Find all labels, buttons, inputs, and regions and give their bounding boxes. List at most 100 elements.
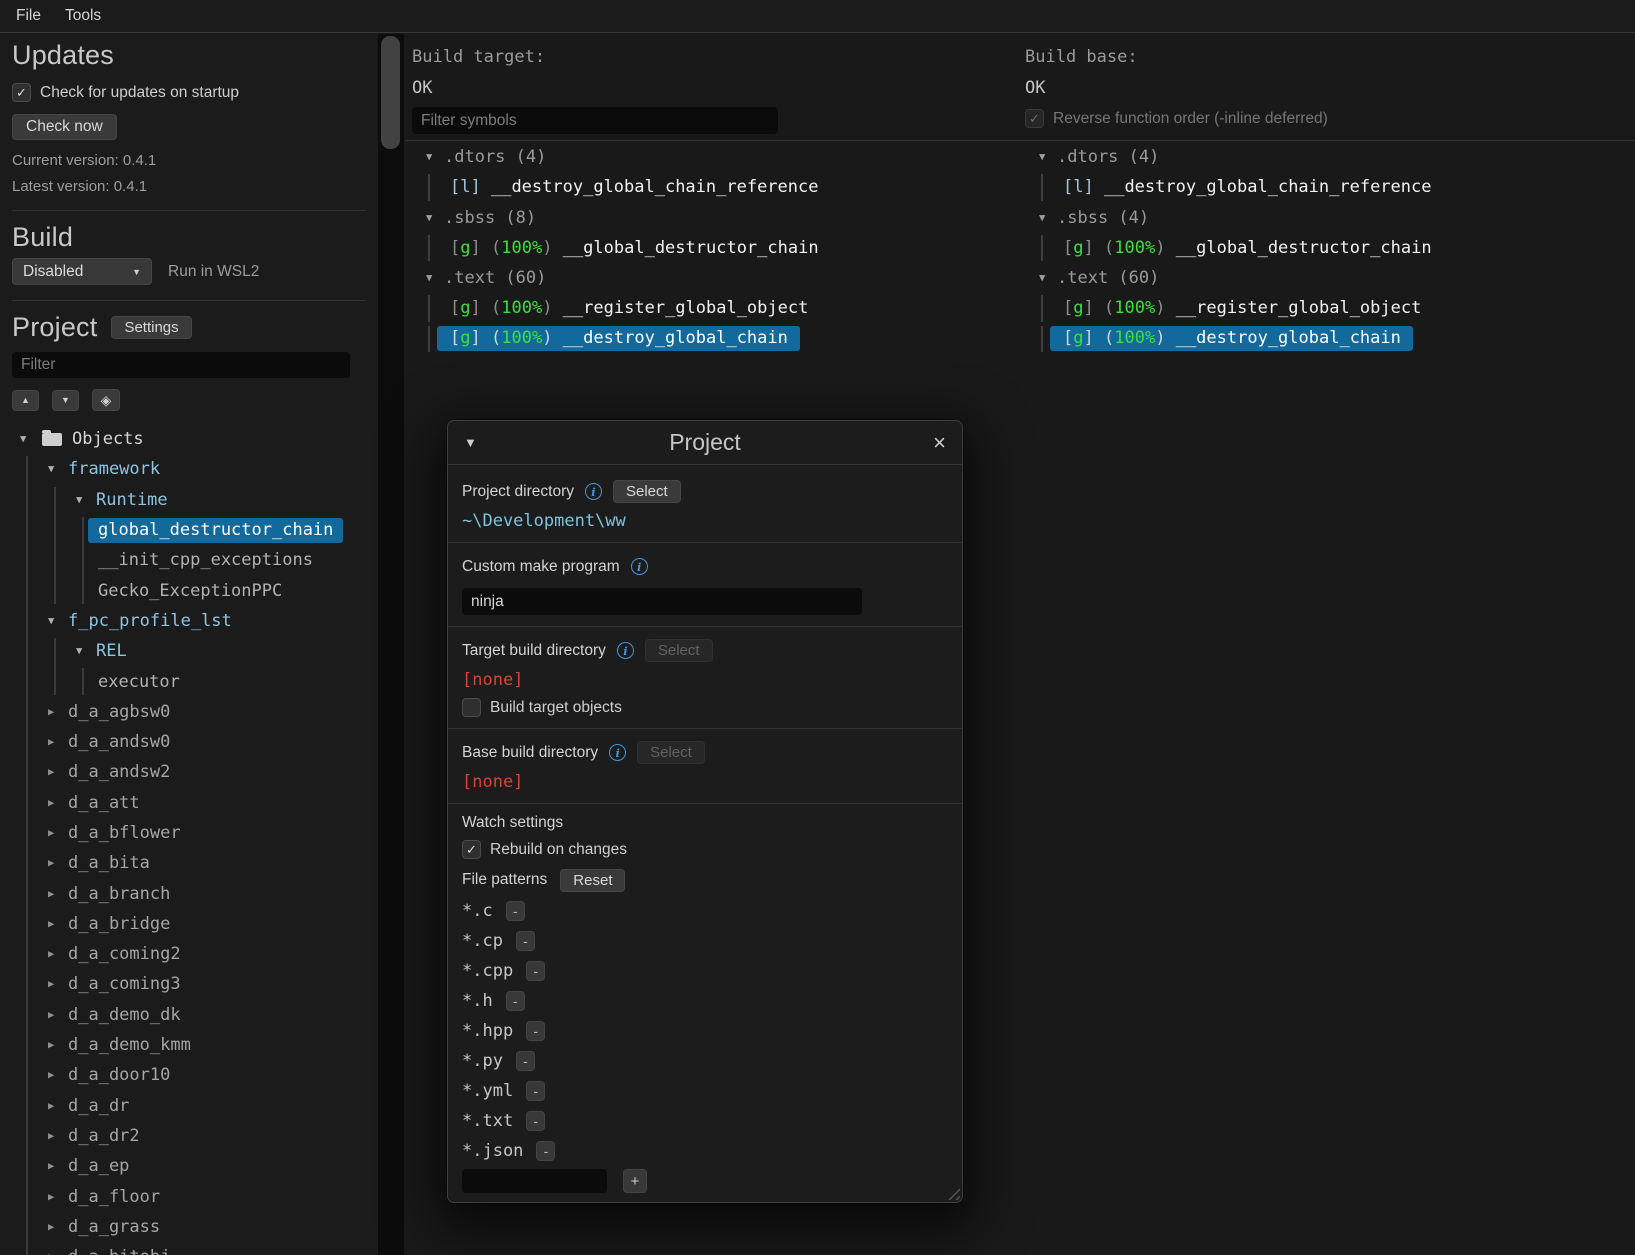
remove-pattern-button[interactable]: - xyxy=(505,901,525,921)
tree-item-d_a_bridge[interactable]: ▶ d_a_bridge xyxy=(12,909,366,939)
target-build-directory-select-button[interactable]: Select xyxy=(644,639,713,662)
tree-item-d_a_andsw2[interactable]: ▶ d_a_andsw2 xyxy=(12,757,366,787)
tree-item-d_a_coming2[interactable]: ▶ d_a_coming2 xyxy=(12,939,366,969)
symbol-row[interactable]: [l] __destroy_global_chain_reference xyxy=(412,172,1005,202)
tree-item-__init_cpp_exceptions[interactable]: __init_cpp_exceptions xyxy=(12,545,366,575)
menu-file[interactable]: File xyxy=(4,3,53,29)
symbol-entry[interactable]: [g] (100%) __destroy_global_chain xyxy=(437,326,800,352)
reset-patterns-button[interactable]: Reset xyxy=(560,868,626,892)
tree-item-f_pc_profile_lst[interactable]: ▼ f_pc_profile_lst xyxy=(12,606,366,636)
build-target-objects-checkbox[interactable]: ✓ Build target objects xyxy=(462,698,948,717)
section-row[interactable]: ▼ .sbss (8) xyxy=(412,203,1005,233)
tree-item-d_a_ep[interactable]: ▶ d_a_ep xyxy=(12,1151,366,1181)
tree-item-d_a_dr2[interactable]: ▶ d_a_dr2 xyxy=(12,1121,366,1151)
remove-pattern-button[interactable]: - xyxy=(526,961,546,981)
scrollbar-thumb[interactable] xyxy=(381,36,400,149)
section-row[interactable]: ▼ .dtors (4) xyxy=(412,142,1005,172)
base-build-directory-select-button[interactable]: Select xyxy=(637,741,705,764)
chevron-right-icon: ▶ xyxy=(48,1251,68,1255)
tree-item-label: d_a_andsw0 xyxy=(68,732,171,753)
chevron-down-icon: ▼ xyxy=(426,272,433,285)
remove-pattern-button[interactable]: - xyxy=(505,991,525,1011)
chevron-down-icon: ▼ xyxy=(132,266,141,277)
symbol-row[interactable]: [g] (100%) __register_global_object xyxy=(412,293,1005,323)
tree-item-d_a_grass[interactable]: ▶ d_a_grass xyxy=(12,1212,366,1242)
symbol-entry[interactable]: [l] __destroy_global_chain_reference xyxy=(437,175,830,200)
symbol-row[interactable]: [g] (100%) __register_global_object xyxy=(1025,293,1635,323)
menu-tools[interactable]: Tools xyxy=(53,3,113,29)
remove-pattern-button[interactable]: - xyxy=(536,1141,556,1161)
collapse-all-button[interactable]: ▲ xyxy=(12,389,39,411)
add-pattern-button[interactable]: + xyxy=(623,1169,647,1193)
run-in-wsl2-label[interactable]: Run in WSL2 xyxy=(168,263,259,281)
tree-item-framework[interactable]: ▼ framework xyxy=(12,454,366,484)
tree-item-d_a_coming3[interactable]: ▶ d_a_coming3 xyxy=(12,969,366,999)
tree-item-Gecko_ExceptionPPC[interactable]: Gecko_ExceptionPPC xyxy=(12,575,366,605)
symbol-entry[interactable]: [g] (100%) __destroy_global_chain xyxy=(1050,326,1413,352)
project-settings-button[interactable]: Settings xyxy=(111,316,192,339)
dialog-collapse-button[interactable]: ▼ xyxy=(464,435,488,450)
tree-item-d_a_demo_kmm[interactable]: ▶ d_a_demo_kmm xyxy=(12,1030,366,1060)
project-filter-input[interactable] xyxy=(12,352,350,378)
dialog-close-button[interactable]: × xyxy=(922,431,946,454)
tree-item-d_a_dr[interactable]: ▶ d_a_dr xyxy=(12,1091,366,1121)
build-base-status: OK xyxy=(1025,78,1046,98)
custom-make-program-input[interactable] xyxy=(462,588,862,615)
section-row[interactable]: ▼ .text (60) xyxy=(412,263,1005,293)
tree-item-d_a_andsw0[interactable]: ▶ d_a_andsw0 xyxy=(12,727,366,757)
info-icon[interactable]: i xyxy=(630,558,648,575)
expand-all-button[interactable]: ▼ xyxy=(52,389,79,411)
sidebar-scrollbar[interactable] xyxy=(378,34,404,1255)
flag-bracket: [ xyxy=(450,298,461,319)
reverse-function-order-checkbox[interactable]: ✓ Reverse function order (-inline deferr… xyxy=(1025,109,1635,128)
remove-pattern-button[interactable]: - xyxy=(526,1111,546,1131)
tree-item-label: d_a_andsw2 xyxy=(68,762,171,783)
section-row[interactable]: ▼ .dtors (4) xyxy=(1025,142,1635,172)
check-updates-on-startup-checkbox[interactable]: ✓ Check for updates on startup xyxy=(12,83,366,102)
tree-item-d_a_branch[interactable]: ▶ d_a_branch xyxy=(12,878,366,908)
section-row[interactable]: ▼ .sbss (4) xyxy=(1025,203,1635,233)
section-row[interactable]: ▼ .text (60) xyxy=(1025,263,1635,293)
tree-item-d_a_floor[interactable]: ▶ d_a_floor xyxy=(12,1181,366,1211)
filter-symbols-input[interactable] xyxy=(412,107,778,134)
tree-item-Runtime[interactable]: ▼ Runtime xyxy=(12,485,366,515)
build-mode-dropdown[interactable]: Disabled ▼ xyxy=(12,258,152,285)
symbol-row[interactable]: [g] (100%) __global_destructor_chain xyxy=(412,233,1005,263)
symbol-row[interactable]: [l] __destroy_global_chain_reference xyxy=(1025,172,1635,202)
dialog-title-bar[interactable]: ▼ Project × xyxy=(448,421,962,465)
remove-pattern-button[interactable]: - xyxy=(515,1051,535,1071)
info-icon[interactable]: i xyxy=(616,642,634,659)
symbol-row[interactable]: [g] (100%) __destroy_global_chain xyxy=(412,324,1005,354)
symbol-entry[interactable]: [g] (100%) __register_global_object xyxy=(437,296,820,321)
rebuild-on-changes-checkbox[interactable]: ✓ Rebuild on changes xyxy=(462,840,948,859)
symbol-entry[interactable]: [l] __destroy_global_chain_reference xyxy=(1050,175,1443,200)
remove-pattern-button[interactable]: - xyxy=(526,1021,546,1041)
tree-item-d_a_bflower[interactable]: ▶ d_a_bflower xyxy=(12,818,366,848)
new-pattern-input[interactable] xyxy=(462,1169,607,1193)
tree-item-d_a_door10[interactable]: ▶ d_a_door10 xyxy=(12,1060,366,1090)
info-icon[interactable]: i xyxy=(584,483,602,500)
tree-item-d_a_att[interactable]: ▶ d_a_att xyxy=(12,788,366,818)
rebuild-on-changes-label: Rebuild on changes xyxy=(490,840,628,858)
remove-pattern-button[interactable]: - xyxy=(515,931,535,951)
symbol-entry[interactable]: [g] (100%) __global_destructor_chain xyxy=(1050,236,1444,261)
tree-item-d_a_hitobj[interactable]: ▶d_a_hitobj xyxy=(12,1242,366,1255)
tree-item-d_a_demo_dk[interactable]: ▶ d_a_demo_dk xyxy=(12,1000,366,1030)
symbol-row[interactable]: [g] (100%) __global_destructor_chain xyxy=(1025,233,1635,263)
tree-item-Objects[interactable]: ▼ Objects xyxy=(12,424,366,454)
tree-item-global_destructor_chain[interactable]: global_destructor_chain xyxy=(12,515,366,545)
tree-item-REL[interactable]: ▼ REL xyxy=(12,636,366,666)
project-directory-select-button[interactable]: Select xyxy=(612,480,681,503)
check-now-button[interactable]: Check now xyxy=(12,114,117,140)
tree-item-executor[interactable]: executor xyxy=(12,666,366,696)
tree-item-label: d_a_demo_kmm xyxy=(68,1035,191,1056)
remove-pattern-button[interactable]: - xyxy=(526,1081,546,1101)
symbol-entry[interactable]: [g] (100%) __register_global_object xyxy=(1050,296,1433,321)
tree-item-d_a_bita[interactable]: ▶ d_a_bita xyxy=(12,848,366,878)
tree-item-d_a_agbsw0[interactable]: ▶ d_a_agbsw0 xyxy=(12,697,366,727)
symbol-row[interactable]: [g] (100%) __destroy_global_chain xyxy=(1025,324,1635,354)
symbol-entry[interactable]: [g] (100%) __global_destructor_chain xyxy=(437,236,831,261)
locate-object-button[interactable]: ◈ xyxy=(92,389,120,411)
info-icon[interactable]: i xyxy=(609,744,627,761)
chevron-down-icon: ▼ xyxy=(1039,211,1046,224)
